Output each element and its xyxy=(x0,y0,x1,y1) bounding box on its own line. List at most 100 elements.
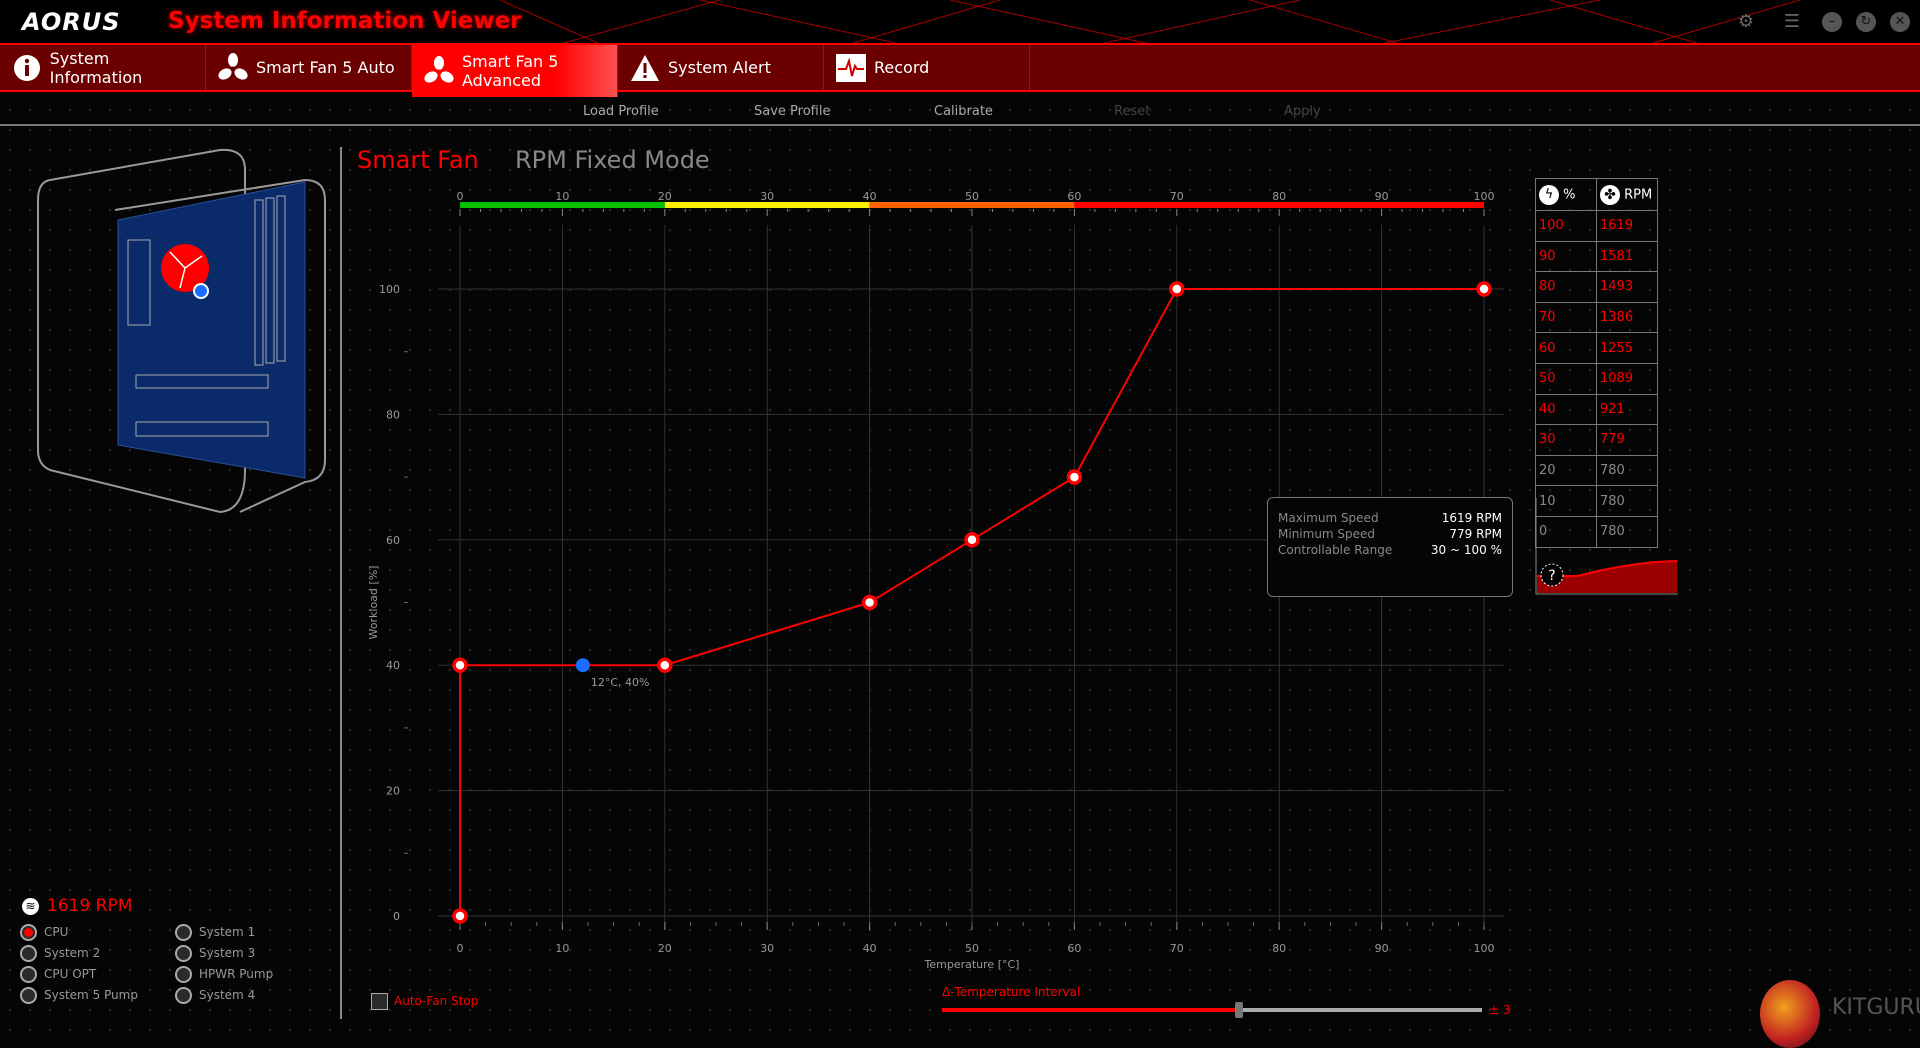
table-row: 30 779 xyxy=(1535,424,1658,456)
fan-radio-label: System 3 xyxy=(199,946,256,960)
fan-radio-hpwr-pump[interactable] xyxy=(175,966,192,983)
fan-radio-label: System 4 xyxy=(199,988,256,1002)
top-tick-label: 0 xyxy=(457,190,464,203)
speed-info-tooltip: Maximum Speed 1619 RPM Minimum Speed 779 R… xyxy=(1267,497,1513,597)
tooltip-key: Minimum Speed xyxy=(1278,527,1376,541)
fan-radio-system-1[interactable] xyxy=(175,924,192,941)
table-row: 70 1386 xyxy=(1535,301,1658,334)
x-tick-label: 40 xyxy=(863,942,877,955)
fan-radio-label: System 5 Pump xyxy=(44,988,138,1002)
auto-fan-stop-checkbox[interactable] xyxy=(371,993,388,1010)
curve-point[interactable] xyxy=(1169,281,1185,297)
table-row: 60 1255 xyxy=(1535,332,1658,364)
temp-interval-value: ± 3 xyxy=(1489,1003,1511,1017)
y-axis-label: Workload [%] xyxy=(367,566,380,640)
percent-header: % xyxy=(1563,187,1576,202)
fan-radio-label: System 1 xyxy=(199,925,256,939)
curve-point[interactable] xyxy=(964,532,980,548)
x-tick-label: 0 xyxy=(457,942,464,955)
top-tick-label: 80 xyxy=(1272,190,1286,203)
fan-radio-cpu[interactable] xyxy=(20,924,37,941)
y-tick-label: 40 xyxy=(386,659,400,672)
fan-radio-system-5-pump[interactable] xyxy=(20,987,37,1004)
top-tick-label: 70 xyxy=(1170,190,1184,203)
fan-radio-label: System 2 xyxy=(44,946,101,960)
percent-cell: 100 xyxy=(1535,210,1597,242)
fan-rpm-readout: ≋ 1619 RPM xyxy=(22,896,132,916)
fan-radio-system-2[interactable] xyxy=(20,945,37,962)
curve-point[interactable] xyxy=(657,657,673,673)
slider-thumb[interactable] xyxy=(1235,1002,1243,1018)
rpm-cell: 1386 xyxy=(1596,301,1658,334)
tooltip-key: Maximum Speed xyxy=(1278,511,1379,525)
curve-point[interactable] xyxy=(452,908,468,924)
x-tick-label: 90 xyxy=(1375,942,1389,955)
table-row: 90 1581 xyxy=(1535,240,1658,273)
auto-fan-stop-label: Auto-Fan Stop xyxy=(394,994,479,1008)
y-tick-label: 20 xyxy=(386,785,400,798)
x-tick-label: 70 xyxy=(1170,942,1184,955)
top-tick-label: 30 xyxy=(760,190,774,203)
fan-radio-label: CPU xyxy=(44,925,69,939)
curve-point[interactable] xyxy=(452,657,468,673)
rpm-cell: 1089 xyxy=(1596,362,1658,395)
temp-band xyxy=(460,202,665,208)
top-tick-label: 40 xyxy=(863,190,877,203)
temp-interval-slider[interactable] xyxy=(942,1002,1482,1018)
current-temp-label: 12°C, 40% xyxy=(591,676,650,689)
percent-cell: 20 xyxy=(1535,454,1597,487)
slider-track xyxy=(1239,1008,1482,1012)
top-tick-label: 60 xyxy=(1067,190,1081,203)
curve-point[interactable] xyxy=(1476,281,1492,297)
table-row: 40 921 xyxy=(1535,393,1658,426)
curve-point[interactable] xyxy=(1066,469,1083,485)
percent-cell: 70 xyxy=(1535,301,1597,334)
x-tick-label: 100 xyxy=(1474,942,1495,955)
rpm-cell: 1581 xyxy=(1596,240,1658,273)
tooltip-value: 30 ~ 100 % xyxy=(1430,543,1502,557)
power-icon: ϟ xyxy=(1539,184,1559,205)
top-tick-label: 100 xyxy=(1474,190,1495,203)
rpm-cell: 1255 xyxy=(1596,332,1658,364)
table-header: ϟ % ✤ RPM xyxy=(1535,178,1658,211)
curve-point[interactable] xyxy=(861,594,878,611)
rpm-cell: 921 xyxy=(1596,393,1658,426)
fan-radio-cpu-opt[interactable] xyxy=(20,966,37,983)
tooltip-value: 1619 RPM xyxy=(1441,511,1502,525)
temp-band xyxy=(869,202,1075,208)
fan-radio-label: CPU OPT xyxy=(44,967,97,981)
rpm-cell: 1493 xyxy=(1596,271,1658,303)
fan-speed-icon: ≋ xyxy=(22,897,39,915)
table-row: 50 1089 xyxy=(1535,362,1658,395)
rpm-cell: 779 xyxy=(1596,424,1658,456)
x-tick-label: 10 xyxy=(555,942,569,955)
percent-cell: 60 xyxy=(1535,332,1597,364)
y-tick-label: 60 xyxy=(386,534,400,547)
rpm-cell: 1619 xyxy=(1596,210,1658,242)
table-row: 80 1493 xyxy=(1535,271,1658,303)
table-row: 100 1619 xyxy=(1535,210,1658,242)
fan-radio-system-4[interactable] xyxy=(175,987,192,1004)
x-tick-label: 60 xyxy=(1067,942,1081,955)
rpm-value: 1619 RPM xyxy=(47,896,133,916)
table-row: 20 780 xyxy=(1535,454,1658,487)
rpm-header: RPM xyxy=(1624,187,1653,202)
y-tick-label: 80 xyxy=(386,408,400,421)
x-tick-label: 50 xyxy=(965,942,979,955)
slider-fill xyxy=(942,1008,1239,1012)
percent-cell: 30 xyxy=(1535,424,1597,456)
help-label[interactable]: ? xyxy=(1548,568,1555,584)
y-tick-label: 0 xyxy=(393,910,400,923)
x-axis-label: Temperature [°C] xyxy=(924,958,1020,971)
tooltip-key: Controllable Range xyxy=(1278,543,1393,557)
rpm-table: ϟ % ✤ RPM 100 1619 90 1581 80 1493 70 1386 60 125… xyxy=(1535,178,1658,548)
fan-icon: ✤ xyxy=(1600,184,1620,205)
fan-response-minichart: ? xyxy=(1535,498,1678,595)
percent-cell: 80 xyxy=(1535,271,1597,303)
top-tick-label: 90 xyxy=(1375,190,1389,203)
temp-interval-label: Δ-Temperature Interval xyxy=(942,985,1081,999)
fan-radio-label: HPWR Pump xyxy=(199,967,274,981)
x-tick-label: 30 xyxy=(760,942,774,955)
fan-radio-system-3[interactable] xyxy=(175,945,192,962)
current-temp-point xyxy=(575,658,590,673)
